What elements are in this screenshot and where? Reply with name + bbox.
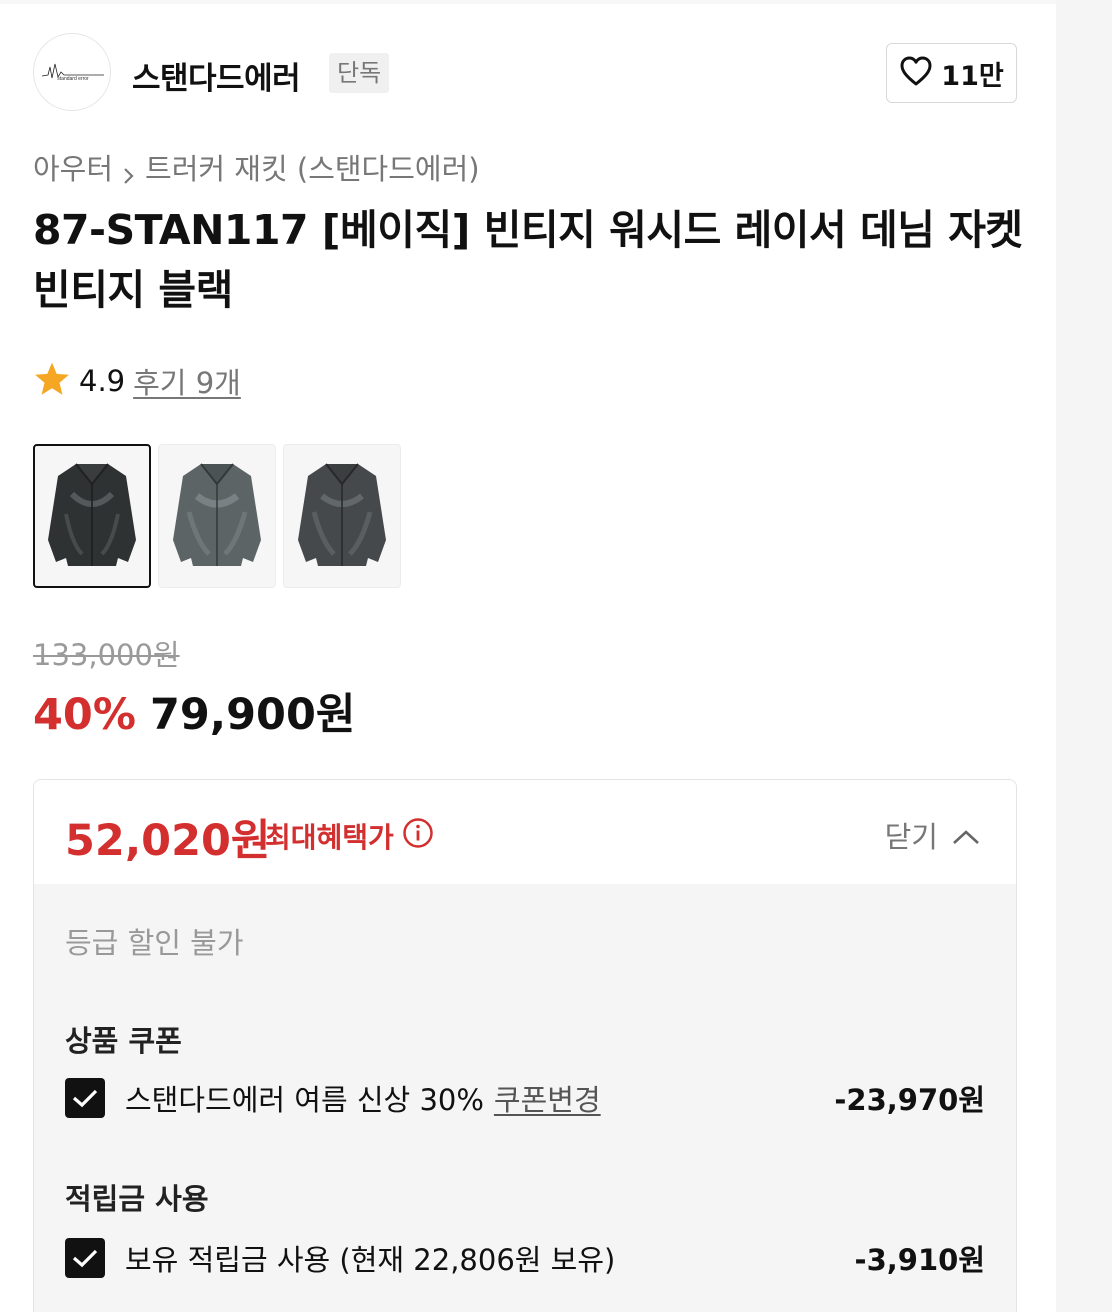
checkmark-icon [72, 1089, 98, 1108]
coupon-name: 스탠다드에러 여름 신상 30% [125, 1083, 484, 1117]
breadcrumb: 아우터 트러커 재킷 (스탠다드에러) [33, 146, 480, 188]
product-title: 87-STAN117 [베이직] 빈티지 워시드 레이서 데님 자켓 빈티지 블… [33, 200, 1023, 320]
coupon-section-label: 상품 쿠폰 [65, 1024, 182, 1058]
points-checkbox[interactable] [65, 1238, 105, 1278]
review-count-link[interactable]: 후기 9개 [133, 360, 241, 402]
chevron-up-icon [952, 818, 980, 852]
grade-discount-note: 등급 할인 불가 [65, 926, 244, 960]
star-icon [33, 361, 71, 401]
jacket-image [48, 463, 136, 566]
thumbnail-2[interactable] [158, 444, 276, 588]
right-gutter [1056, 0, 1112, 1312]
coupon-discount-amount: -23,970원 [834, 1083, 985, 1117]
points-usage-text: 보유 적립금 사용 (현재 22,806원 보유) [125, 1243, 616, 1277]
max-benefit-label-group: 최대혜택가 [265, 816, 434, 856]
coupon-row: 스탠다드에러 여름 신상 30% 쿠폰변경 -23,970원 [65, 1076, 985, 1120]
rating-row: 4.9 후기 9개 [33, 360, 241, 402]
product-title-line2: 빈티지 블랙 [33, 266, 233, 314]
sale-price: 79,900원 [149, 690, 356, 740]
discount-rate: 40% [33, 690, 136, 740]
points-section-label: 적립금 사용 [65, 1182, 209, 1216]
brand-logo[interactable]: standard error [33, 33, 111, 111]
brand-name[interactable]: 스탠다드에러 [132, 53, 301, 98]
jacket-image [173, 463, 261, 566]
product-title-line1: 87-STAN117 [베이직] 빈티지 워시드 레이서 데님 자켓 [33, 206, 1023, 254]
coupon-checkbox[interactable] [65, 1078, 105, 1118]
exclusive-badge: 단독 [329, 53, 390, 93]
max-benefit-price: 52,020원 [65, 816, 271, 866]
points-row: 보유 적립금 사용 (현재 22,806원 보유) -3,910원 [65, 1236, 985, 1280]
thumbnail-1[interactable] [33, 444, 151, 588]
brand-logo-text: standard error [57, 76, 89, 82]
thumbnail-3[interactable] [283, 444, 401, 588]
coupon-change-link[interactable]: 쿠폰변경 [494, 1077, 601, 1119]
thumbnail-list [33, 444, 401, 588]
breadcrumb-subcategory[interactable]: 트러커 재킷 (스탠다드에러) [145, 146, 480, 188]
original-price: 133,000원 [33, 638, 180, 672]
breadcrumb-category[interactable]: 아우터 [33, 146, 113, 188]
max-benefit-label: 최대혜택가 [265, 821, 394, 854]
checkmark-icon [72, 1249, 98, 1268]
chevron-right-icon [123, 158, 135, 184]
benefit-header: 52,020원 최대혜택가 닫기 [34, 780, 1016, 884]
brand-header: standard error 스탠다드에러 단독 11만 [33, 33, 1017, 113]
info-icon[interactable] [402, 817, 434, 856]
jacket-image [298, 463, 386, 566]
product-detail-page: standard error 스탠다드에러 단독 11만 아우터 트러커 재킷 … [0, 0, 1112, 1312]
like-count: 11만 [941, 60, 1004, 92]
like-button[interactable]: 11만 [886, 43, 1017, 103]
points-discount-amount: -3,910원 [854, 1243, 985, 1277]
max-benefit-panel: 52,020원 최대혜택가 닫기 등급 할인 불가 상품 쿠폰 스탠다드에러 여… [33, 779, 1017, 1312]
rating-score: 4.9 [79, 364, 126, 398]
collapse-button[interactable]: 닫기 [885, 814, 980, 856]
collapse-label: 닫기 [884, 820, 938, 854]
top-divider [0, 0, 1056, 4]
heart-icon [899, 55, 933, 91]
price-row: 40% 79,900원 [33, 680, 355, 742]
